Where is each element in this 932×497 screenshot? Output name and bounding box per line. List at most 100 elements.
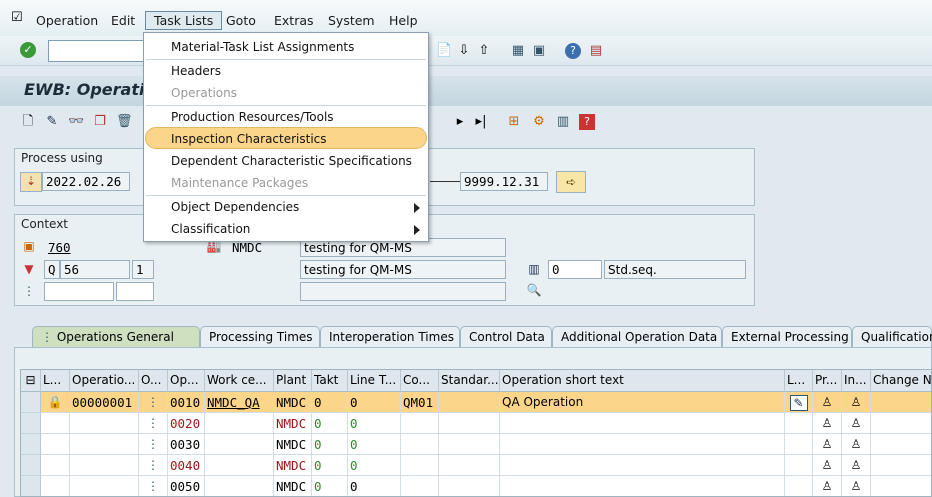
table-row-op-id[interactable]: 00000001 bbox=[70, 392, 139, 413]
search-icon[interactable]: 🔍 bbox=[526, 282, 542, 298]
table-row-line[interactable]: 0 bbox=[348, 476, 401, 496]
table-row-standard[interactable] bbox=[439, 476, 500, 496]
table-row-line[interactable]: 0 bbox=[348, 455, 401, 476]
menu-item-material-task-list-assignments[interactable]: Material-Task List Assignments bbox=[171, 40, 354, 54]
inspection-icon[interactable]: ♙ bbox=[842, 455, 871, 476]
table-row-takt[interactable]: 0 bbox=[312, 455, 348, 476]
table-row-plant[interactable]: NMDC bbox=[274, 455, 312, 476]
characteristics-icon[interactable]: ▥ bbox=[555, 114, 571, 130]
table-row-change-number[interactable] bbox=[871, 392, 931, 413]
menu-item-classification[interactable]: Classification bbox=[171, 222, 250, 236]
table-row-short-text[interactable] bbox=[500, 434, 785, 455]
table-row-control[interactable] bbox=[401, 455, 439, 476]
table-row-short-text[interactable] bbox=[500, 476, 785, 496]
menu-item-dependent-characteristic-specifications[interactable]: Dependent Characteristic Specifications bbox=[171, 154, 412, 168]
last-page-icon[interactable]: ▸| bbox=[473, 114, 489, 130]
table-row-control[interactable] bbox=[401, 434, 439, 455]
menu-edit[interactable]: Edit bbox=[111, 13, 135, 28]
long-text-edit-icon[interactable]: ✎ bbox=[785, 392, 813, 413]
layout-icon[interactable]: ▦ bbox=[510, 43, 526, 59]
col-header-long-text[interactable]: L... bbox=[785, 370, 813, 392]
table-row-short-text[interactable]: QA Operation bbox=[500, 392, 785, 413]
menu-goto[interactable]: Goto bbox=[226, 13, 256, 28]
help-icon[interactable]: ? bbox=[565, 43, 581, 59]
table-row-plant[interactable]: NMDC bbox=[274, 476, 312, 496]
menu-help[interactable]: Help bbox=[389, 13, 418, 28]
table-row-standard[interactable] bbox=[439, 434, 500, 455]
inspection-icon[interactable]: ♙ bbox=[842, 413, 871, 434]
table-row-lock[interactable] bbox=[41, 413, 70, 434]
table-row-change-number[interactable] bbox=[871, 455, 931, 476]
menu-item-inspection-characteristics[interactable]: Inspection Characteristics bbox=[171, 132, 327, 146]
valid-to-field[interactable]: 9999.12.31 bbox=[460, 172, 548, 191]
table-row-standard[interactable] bbox=[439, 392, 500, 413]
upload-icon[interactable]: ⇧ bbox=[476, 43, 492, 59]
hierarchy-icon[interactable]: ⊞ bbox=[506, 114, 522, 130]
col-header-lock[interactable]: L... bbox=[41, 370, 70, 392]
table-row-change-number[interactable] bbox=[871, 476, 931, 496]
col-header-change-number[interactable]: Change Nu bbox=[871, 370, 931, 392]
task-type-field[interactable]: Q bbox=[44, 260, 60, 279]
enter-icon[interactable]: ✓ bbox=[20, 42, 36, 58]
download-icon[interactable]: ⇩ bbox=[456, 43, 472, 59]
table-row-op[interactable]: 0030 bbox=[168, 434, 205, 455]
inspection-icon[interactable]: ♙ bbox=[842, 392, 871, 413]
group-field[interactable]: 56 bbox=[60, 260, 130, 279]
edit-icon[interactable]: ✎ bbox=[44, 114, 60, 130]
sequence-label-field[interactable]: Std.seq. bbox=[604, 260, 746, 279]
table-row-op-id[interactable] bbox=[70, 434, 139, 455]
table-row-control[interactable] bbox=[401, 476, 439, 496]
table-row-op-id[interactable] bbox=[70, 476, 139, 496]
tab-qualification[interactable]: Qualification bbox=[852, 326, 932, 348]
new-icon[interactable]: 🗋 bbox=[20, 114, 36, 130]
table-row-line[interactable]: 0 bbox=[348, 434, 401, 455]
display-icon[interactable]: 👓 bbox=[68, 114, 84, 130]
customize-icon[interactable]: ▤ bbox=[588, 43, 604, 59]
table-row-lock[interactable] bbox=[41, 455, 70, 476]
table-row-work-center[interactable] bbox=[205, 413, 274, 434]
tab-external-processing[interactable]: External Processing bbox=[722, 326, 852, 348]
window-icon[interactable]: ▣ bbox=[531, 43, 547, 59]
tab-control-data[interactable]: Control Data bbox=[460, 326, 552, 348]
col-header-line[interactable]: Line T... bbox=[348, 370, 401, 392]
table-row-short-text[interactable] bbox=[500, 455, 785, 476]
table-row-work-center[interactable] bbox=[205, 476, 274, 496]
row-selector[interactable] bbox=[21, 434, 41, 455]
col-header-control[interactable]: Co... bbox=[401, 370, 439, 392]
inspection-icon[interactable]: ♙ bbox=[842, 476, 871, 496]
prt-icon[interactable]: ♙ bbox=[813, 434, 842, 455]
tab-additional-operation-data[interactable]: Additional Operation Data bbox=[552, 326, 722, 348]
table-row-op-id[interactable] bbox=[70, 413, 139, 434]
menu-icon[interactable]: ☑ bbox=[11, 10, 23, 25]
table-row-takt[interactable]: 0 bbox=[312, 392, 348, 413]
command-field[interactable] bbox=[48, 40, 148, 62]
table-row-plant[interactable]: NMDC bbox=[274, 392, 312, 413]
description-field-3[interactable] bbox=[300, 282, 506, 301]
col-header-standard[interactable]: Standar... bbox=[439, 370, 500, 392]
col-header-short-text[interactable]: Operation short text bbox=[500, 370, 785, 392]
table-row-takt[interactable]: 0 bbox=[312, 413, 348, 434]
table-row-standard[interactable] bbox=[439, 455, 500, 476]
prt-icon[interactable]: ♙ bbox=[813, 476, 842, 496]
question-icon[interactable]: ? bbox=[579, 114, 595, 130]
col-header-o[interactable]: O... bbox=[139, 370, 168, 392]
table-row-takt[interactable]: 0 bbox=[312, 434, 348, 455]
col-header-plant[interactable]: Plant bbox=[274, 370, 312, 392]
col-header-op[interactable]: Op... bbox=[168, 370, 205, 392]
table-row-short-text[interactable] bbox=[500, 413, 785, 434]
menu-operation[interactable]: Operation bbox=[36, 13, 98, 28]
table-row-long-text[interactable] bbox=[785, 434, 813, 455]
table-row-work-center[interactable]: NMDC_QA bbox=[205, 392, 274, 413]
table-row-op-id[interactable] bbox=[70, 455, 139, 476]
table-row-work-center[interactable] bbox=[205, 434, 274, 455]
table-row-op[interactable]: 0050 bbox=[168, 476, 205, 496]
table-row-op[interactable]: 0020 bbox=[168, 413, 205, 434]
table-row-lock[interactable] bbox=[41, 434, 70, 455]
col-header-prt[interactable]: Pr... bbox=[813, 370, 842, 392]
table-row-work-center[interactable] bbox=[205, 455, 274, 476]
operation-field-1[interactable] bbox=[44, 282, 114, 301]
menu-item-object-dependencies[interactable]: Object Dependencies bbox=[171, 200, 299, 214]
prt-icon[interactable]: ♙ bbox=[813, 413, 842, 434]
valid-from-field[interactable]: 2022.02.26 bbox=[42, 172, 130, 191]
table-row-line[interactable]: 0 bbox=[348, 413, 401, 434]
